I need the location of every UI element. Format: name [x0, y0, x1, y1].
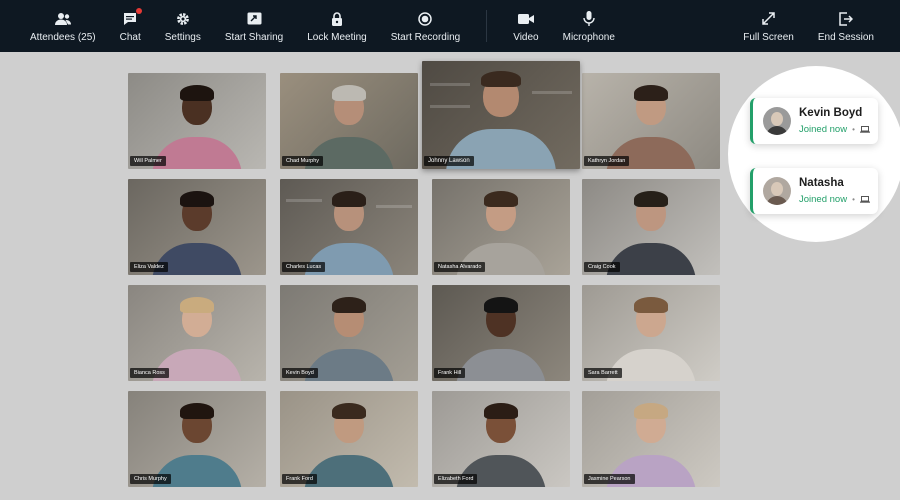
join-status-text: Joined now	[799, 194, 848, 205]
participant-tile[interactable]: Kevin Boyd	[280, 285, 418, 381]
participant-name-label: Elizabeth Ford	[434, 474, 478, 484]
meeting-toolbar: Attendees (25) Chat Settings Start Shari…	[0, 0, 900, 52]
participant-tile[interactable]: Will Palmer	[128, 73, 266, 169]
participant-tile[interactable]: Elizabeth Ford	[432, 391, 570, 487]
participant-name-label: Charles Lucas	[282, 262, 326, 272]
participant-name-label: Natasha Alvarado	[434, 262, 486, 272]
expand-icon	[762, 10, 775, 28]
separator-dot: •	[852, 125, 855, 134]
exit-icon	[839, 10, 853, 28]
participant-tile[interactable]: Kathryn Jordan	[582, 73, 720, 169]
participant-tile[interactable]: Frank Hill	[432, 285, 570, 381]
lock-meeting-button[interactable]: Lock Meeting	[295, 0, 378, 52]
join-notification-spotlight	[728, 66, 900, 242]
participant-tile-active-speaker[interactable]: Johnny Lawson	[422, 61, 580, 169]
settings-button[interactable]: Settings	[153, 0, 213, 52]
participant-name-label: Johnny Lawson	[424, 156, 474, 166]
end-session-label: End Session	[817, 31, 874, 43]
join-status: Joined now •	[799, 124, 870, 135]
joined-participant-name: Natasha	[799, 177, 844, 189]
microphone-label: Microphone	[562, 31, 615, 43]
participant-name-label: Bianca Ross	[130, 368, 169, 378]
laptop-icon	[859, 126, 870, 133]
record-icon	[418, 10, 433, 28]
participant-tile[interactable]: Chad Murphy	[280, 73, 418, 169]
participant-tile[interactable]: Chris Murphy	[128, 391, 266, 487]
video-button[interactable]: Video	[501, 0, 550, 52]
start-sharing-button[interactable]: Start Sharing	[213, 0, 295, 52]
participant-tile[interactable]: Jasmine Pearson	[582, 391, 720, 487]
participant-tile[interactable]: Eliza Valdez	[128, 179, 266, 275]
participant-name-label: Frank Hill	[434, 368, 466, 378]
share-screen-icon	[247, 10, 262, 28]
avatar	[763, 107, 791, 135]
join-status: Joined now •	[799, 194, 870, 205]
participant-name-label: Eliza Valdez	[130, 262, 168, 272]
start-sharing-label: Start Sharing	[224, 31, 284, 43]
laptop-icon	[859, 196, 870, 203]
attendees-icon	[54, 10, 71, 28]
video-label: Video	[513, 31, 539, 43]
microphone-icon	[583, 10, 595, 28]
participant-tile[interactable]: Sara Barrett	[582, 285, 720, 381]
video-camera-icon	[517, 10, 534, 28]
start-recording-label: Start Recording	[390, 31, 461, 43]
chat-icon	[123, 7, 143, 28]
participant-tile[interactable]: Natasha Alvarado	[432, 179, 570, 275]
joined-participant-name: Kevin Boyd	[799, 107, 863, 119]
end-session-button[interactable]: End Session	[806, 0, 886, 52]
participant-tile[interactable]: Frank Ford	[280, 391, 418, 487]
join-notification-card[interactable]: Kevin Boyd Joined now •	[750, 98, 878, 144]
participant-name-label: Kevin Boyd	[282, 368, 318, 378]
participant-name-label: Sara Barrett	[584, 368, 622, 378]
join-notification-card[interactable]: Natasha Joined now •	[750, 168, 878, 214]
toolbar-right-group: Full Screen End Session	[731, 0, 900, 52]
chat-notification-badge	[136, 7, 143, 14]
participant-name-label: Craig Cook	[584, 262, 620, 272]
participant-name-label: Chad Murphy	[282, 156, 324, 166]
participant-name-label: Frank Ford	[282, 474, 317, 484]
participant-tile[interactable]: Craig Cook	[582, 179, 720, 275]
separator-dot: •	[852, 195, 855, 204]
participant-tile[interactable]: Bianca Ross	[128, 285, 266, 381]
toolbar-left-group: Attendees (25) Chat Settings Start Shari…	[0, 0, 627, 52]
attendees-button[interactable]: Attendees (25)	[18, 0, 108, 52]
participant-name-label: Jasmine Pearson	[584, 474, 635, 484]
full-screen-button[interactable]: Full Screen	[731, 0, 806, 52]
participant-video-grid: Will Palmer Chad Murphy Johnny Lawson Ka…	[128, 61, 720, 490]
toolbar-divider	[486, 10, 488, 42]
participant-name-label: Kathryn Jordan	[584, 156, 630, 166]
chat-button[interactable]: Chat	[108, 0, 153, 52]
join-status-text: Joined now	[799, 124, 848, 135]
start-recording-button[interactable]: Start Recording	[379, 0, 472, 52]
lock-icon	[331, 10, 343, 28]
gear-icon	[176, 10, 190, 28]
attendees-label: Attendees (25)	[30, 31, 96, 43]
avatar	[763, 177, 791, 205]
chat-label: Chat	[119, 31, 141, 43]
microphone-button[interactable]: Microphone	[551, 0, 627, 52]
participant-name-label: Will Palmer	[130, 156, 166, 166]
full-screen-label: Full Screen	[743, 31, 794, 43]
lock-meeting-label: Lock Meeting	[307, 31, 367, 43]
settings-label: Settings	[164, 31, 201, 43]
participant-tile[interactable]: Charles Lucas	[280, 179, 418, 275]
participant-name-label: Chris Murphy	[130, 474, 171, 484]
